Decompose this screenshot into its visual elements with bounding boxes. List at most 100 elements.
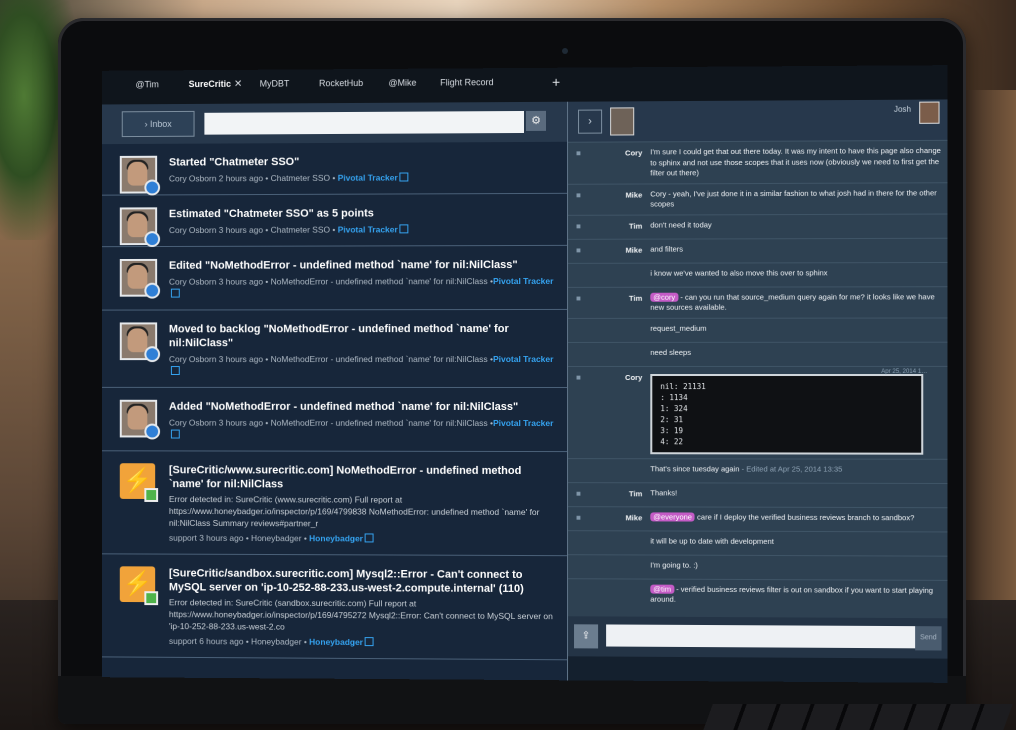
chat-toolbar: › Josh — [568, 99, 948, 142]
message-text: Thanks! — [650, 487, 941, 503]
mention-badge[interactable]: @cory — [650, 292, 679, 302]
feed-item-title: Estimated "Chatmeter SSO" as 5 points — [168, 207, 374, 221]
message-input[interactable] — [606, 624, 918, 649]
message-author[interactable]: Tim — [590, 291, 650, 313]
message-author[interactable]: Cory — [590, 146, 650, 179]
feed-item-meta-text: Cory Osborn 2 hours ago • Chatmeter SSO … — [168, 172, 338, 184]
gear-icon[interactable]: ⚙ — [525, 110, 546, 131]
inbox-button[interactable]: › Inbox — [121, 110, 195, 138]
tab-surecritic[interactable]: SureCritic — [189, 79, 231, 89]
feed-item-title: Added "NoMethodError - undefined method … — [168, 400, 519, 413]
feed-item[interactable]: ⚡ [SureCritic/sandbox.surecritic.com] Mys… — [102, 554, 569, 661]
mention-badge[interactable]: @everyone — [650, 511, 696, 522]
code-line: 3: 19 — [660, 425, 684, 435]
tab-tim[interactable]: @Tim — [136, 79, 159, 89]
message-author[interactable]: Mike — [590, 511, 650, 526]
message-author[interactable]: Tim — [590, 487, 650, 502]
source-link[interactable]: Honeybadger — [309, 637, 363, 647]
avatar-face — [127, 213, 148, 238]
feed-item-body: Edited "NoMethodError - undefined method… — [169, 246, 568, 310]
feed-item-meta: Cory Osborn 2 hours ago • Chatmeter SSO … — [169, 171, 554, 185]
feed-item[interactable]: Edited "NoMethodError - undefined method… — [102, 245, 569, 311]
external-link-icon[interactable] — [399, 224, 409, 234]
chat-messages: ■ Cory I'm sure I could get that out there… — [568, 139, 948, 619]
message-author[interactable] — [590, 583, 650, 605]
message-body: - verified business reviews filter is ou… — [650, 584, 934, 604]
source-link[interactable]: Pivotal Tracker — [338, 173, 398, 183]
code-block: nil: 21131 : 1134 1: 324 2: 31 3: 19 4: 22 — [650, 373, 924, 455]
feed-item[interactable]: Started "Chatmeter SSO" Cory Osborn 2 hou… — [102, 141, 569, 196]
message-icon: ■ — [576, 148, 581, 158]
external-link-icon[interactable] — [365, 533, 374, 543]
chat-message: ■ Tim @cory - can you run that source_medi… — [568, 285, 948, 318]
laptop-bezel: @Tim SureCritic ✕ MyDBT RocketHub @Mike … — [58, 18, 966, 724]
feed-item-meta-text: support 3 hours ago • Honeybadger • — [168, 532, 310, 544]
feed-item-body: Started "Chatmeter SSO" Cory Osborn 2 hou… — [169, 142, 568, 195]
user-avatar[interactable] — [919, 101, 940, 124]
external-link-icon[interactable] — [170, 288, 180, 298]
code-line: : 1134 — [660, 392, 688, 402]
feed-item[interactable]: Moved to backlog "NoMethodError - undefi… — [102, 309, 569, 389]
message-text: need sleeps — [650, 346, 941, 361]
source-link[interactable]: Honeybadger — [309, 533, 363, 543]
message-author[interactable] — [590, 535, 650, 550]
message-author[interactable]: Tim — [590, 219, 650, 234]
message-body: don't need it today — [650, 219, 712, 230]
avatar — [119, 258, 161, 299]
message-author[interactable] — [590, 346, 650, 361]
add-tab-icon[interactable]: + — [552, 74, 560, 90]
send-button[interactable]: Send — [915, 626, 942, 651]
search-input[interactable] — [204, 110, 524, 135]
message-icon: ■ — [576, 190, 581, 200]
avatar[interactable] — [610, 107, 635, 136]
current-user-name[interactable]: Josh — [894, 105, 911, 114]
source-link[interactable]: Pivotal Tracker — [493, 354, 553, 364]
message-icon — [568, 535, 590, 550]
source-link[interactable]: Pivotal Tracker — [493, 418, 553, 428]
tab-flight-record[interactable]: Flight Record — [440, 77, 493, 87]
tab-bar: @Tim SureCritic ✕ MyDBT RocketHub @Mike … — [102, 65, 948, 105]
message-author[interactable] — [590, 559, 650, 574]
feed-item[interactable]: ⚡ [SureCritic/www.surecritic.com] NoMetho… — [102, 451, 569, 557]
message-text: and filters — [650, 242, 941, 258]
avatar — [119, 399, 161, 440]
pivotal-badge-icon — [144, 179, 161, 196]
close-icon[interactable]: ✕ — [234, 79, 242, 90]
chat-message: ■ Cory nil: 21131 : 1134 1: 324 2: 31 3: 19 4:… — [568, 365, 948, 459]
chat-message: ■ Mike @everyone care if I deploy the veri… — [568, 505, 948, 531]
feed-item[interactable]: Estimated "Chatmeter SSO" as 5 points Cor… — [102, 193, 569, 248]
message-author[interactable]: Cory — [590, 370, 650, 453]
feed-item[interactable]: Added "NoMethodError - undefined method … — [102, 387, 569, 453]
external-link-icon[interactable] — [365, 637, 374, 647]
honeybadger-badge-icon — [144, 591, 159, 606]
external-link-icon[interactable] — [399, 172, 409, 182]
tab-mydbt[interactable]: MyDBT — [260, 79, 290, 89]
feed-item-meta: support 6 hours ago • Honeybadger • Hone… — [169, 635, 554, 649]
avatar-face — [127, 405, 148, 430]
external-link-icon[interactable] — [170, 429, 180, 439]
message-icon — [568, 559, 590, 574]
source-link[interactable]: Pivotal Tracker — [338, 224, 398, 234]
message-author[interactable]: Mike — [590, 243, 650, 258]
feed-item-title: Started "Chatmeter SSO" — [168, 156, 300, 169]
external-link-icon[interactable] — [170, 366, 180, 375]
chat-message: i know we've wanted to also move this ov… — [568, 261, 948, 287]
message-body: care if I deploy the verified business r… — [695, 512, 915, 522]
source-link[interactable]: Pivotal Tracker — [493, 276, 553, 286]
message-author[interactable] — [590, 322, 650, 337]
mention-badge[interactable]: @tim — [650, 584, 675, 594]
tab-mike[interactable]: @Mike — [388, 78, 416, 88]
tab-rockethub[interactable]: RocketHub — [319, 78, 363, 88]
avatar-face — [127, 264, 148, 289]
message-author[interactable] — [590, 463, 650, 478]
message-body: Thanks! — [650, 487, 678, 497]
message-text: I'm sure I could get that out there toda… — [650, 145, 941, 179]
feed-item-body: [SureCritic/www.surecritic.com] NoMethod… — [169, 451, 568, 555]
message-author[interactable]: Mike — [590, 188, 650, 210]
message-author[interactable] — [590, 267, 650, 282]
upload-icon[interactable]: ⇪ — [574, 624, 599, 649]
code-line: nil: 21131 — [660, 381, 706, 391]
chevron-right-icon[interactable]: › — [578, 109, 603, 134]
feed-item-meta: Cory Osborn 3 hours ago • Chatmeter SSO … — [169, 223, 554, 236]
feed-item-meta-text: Cory Osborn 3 hours ago • Chatmeter SSO … — [168, 224, 338, 236]
